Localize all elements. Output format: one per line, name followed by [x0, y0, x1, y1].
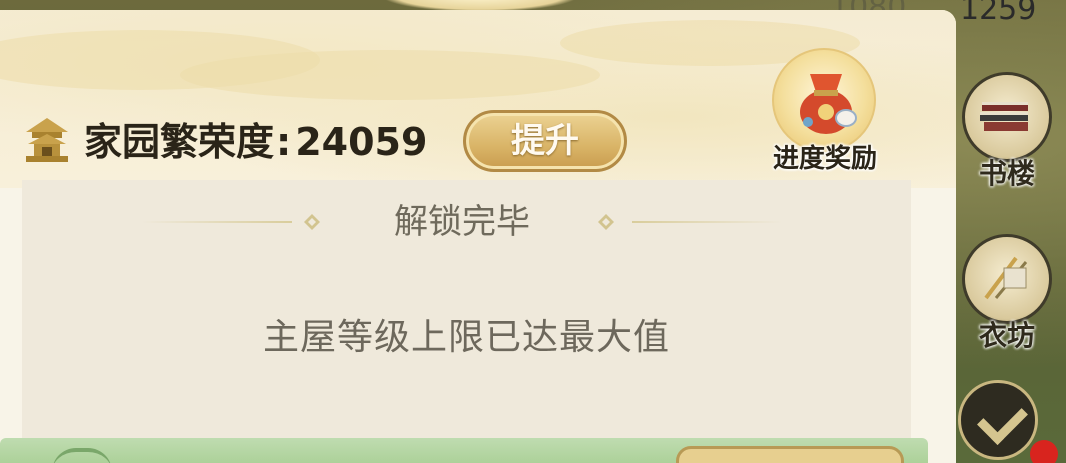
currency-counter: 1259	[960, 0, 1037, 27]
progress-reward-label: 进度奖励	[772, 144, 877, 174]
diamond-ornament-icon	[598, 214, 614, 230]
title-separator: :	[276, 120, 292, 164]
notification-dot	[1030, 440, 1058, 463]
collapse-toggle-button[interactable]	[958, 380, 1038, 460]
unlock-content-box: 解锁完毕 主屋等级上限已达最大值	[22, 180, 911, 438]
divider-line	[632, 221, 782, 223]
reward-bag-icon	[800, 74, 857, 134]
chevron-down-icon	[977, 394, 1028, 445]
upgrade-button[interactable]: 提升	[463, 110, 627, 172]
prosperity-title: 家园繁荣度: 24059	[84, 120, 427, 164]
pavilion-icon	[26, 118, 68, 162]
next-section-button[interactable]	[676, 446, 904, 463]
progress-reward-button[interactable]: 进度奖励	[760, 48, 890, 178]
side-button-tailor[interactable]: 衣坊	[962, 234, 1062, 374]
side-button-library[interactable]: 书楼	[962, 72, 1062, 212]
prosperity-label: 家园繁荣度	[84, 120, 275, 164]
unlock-status-divider: 解锁完毕	[142, 202, 782, 242]
books-icon	[980, 102, 1028, 131]
side-button-label: 书楼	[978, 157, 1035, 190]
tailor-icon	[984, 256, 1028, 300]
home-prosperity-panel: 家园繁荣度: 24059 提升 进度奖励 解锁完毕 主屋等级上限已达最大值	[0, 10, 956, 463]
prosperity-value: 24059	[295, 120, 428, 164]
max-level-message: 主屋等级上限已达最大值	[262, 317, 670, 358]
cloud-decoration	[180, 50, 600, 100]
side-button-label: 衣坊	[978, 319, 1035, 352]
